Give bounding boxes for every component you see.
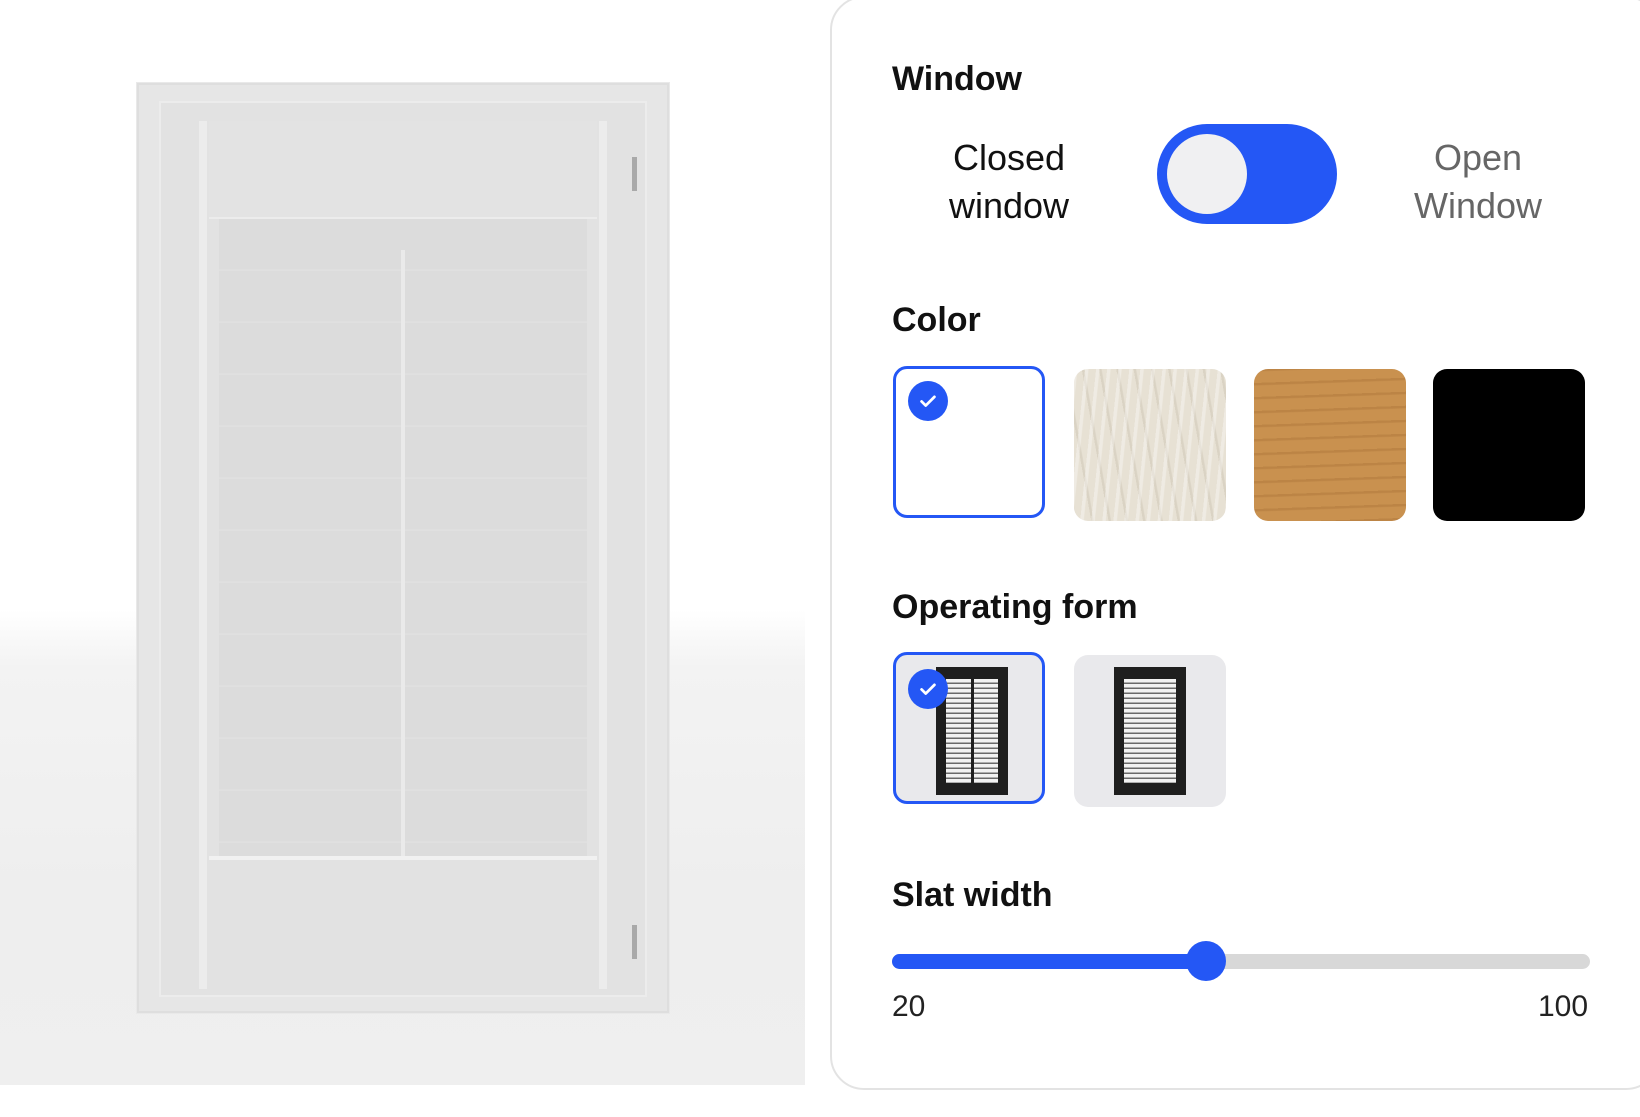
hinge-top xyxy=(632,157,637,191)
slider-thumb[interactable] xyxy=(1186,941,1227,981)
slider-max-label: 100 xyxy=(1538,990,1589,1023)
window-open-toggle[interactable] xyxy=(1157,124,1337,224)
shutter-stile-left xyxy=(199,121,207,989)
hinge-bottom xyxy=(632,925,637,959)
operating-form-section-title: Operating form xyxy=(892,588,1138,626)
slat-width-slider[interactable] xyxy=(892,941,1590,981)
shutter-bottom-rail xyxy=(209,856,597,989)
color-swatch-oak[interactable] xyxy=(1254,369,1406,521)
color-swatch-black[interactable] xyxy=(1433,369,1585,521)
color-section-title: Color xyxy=(892,301,981,339)
shutter-tilt-rod xyxy=(401,250,405,881)
operating-form-split[interactable] xyxy=(893,652,1045,804)
color-swatch-white[interactable] xyxy=(893,366,1045,518)
open-window-label[interactable]: Open Window xyxy=(1378,134,1578,230)
slat-width-section-title: Slat width xyxy=(892,876,1053,914)
slider-fill xyxy=(892,954,1207,969)
check-icon xyxy=(908,381,948,421)
check-icon xyxy=(908,669,948,709)
slider-min-label: 20 xyxy=(892,990,926,1023)
window-shutter-3d-preview xyxy=(137,83,669,1013)
toggle-knob xyxy=(1167,134,1247,214)
shutter-preview[interactable] xyxy=(0,0,805,1085)
shutter-top-rail xyxy=(209,121,597,219)
closed-window-label[interactable]: Closed window xyxy=(909,134,1109,230)
color-swatch-birch[interactable] xyxy=(1074,369,1226,521)
window-section-title: Window xyxy=(892,60,1022,98)
single-shutter-icon xyxy=(1114,667,1186,795)
operating-form-single[interactable] xyxy=(1074,655,1226,807)
shutter-stile-right xyxy=(599,121,607,989)
